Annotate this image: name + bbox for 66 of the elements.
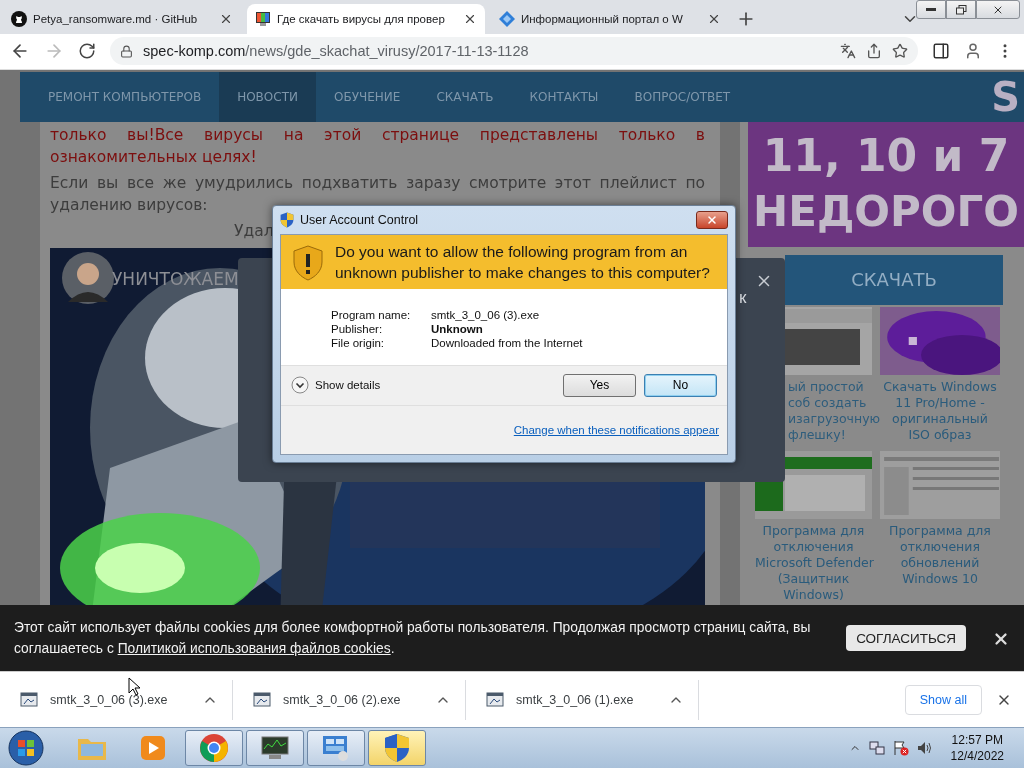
- dialog-button[interactable]: Yes: [563, 373, 636, 397]
- show-all-button[interactable]: Show all: [904, 684, 982, 715]
- chrome-icon: [199, 733, 229, 763]
- monitor-icon: [260, 735, 290, 761]
- side-panel-icon[interactable]: [932, 42, 950, 61]
- close-button[interactable]: [696, 210, 728, 229]
- translate-icon[interactable]: [840, 43, 856, 60]
- warning-text: только вы!Все вирусы на этой странице представлены только в ознакомительных целях!: [50, 124, 705, 168]
- nav-item[interactable]: НОВОСТИ: [219, 71, 316, 122]
- chevron-circle-icon: [291, 376, 309, 395]
- browser-tab[interactable]: Информационный портал о W: [491, 3, 729, 34]
- speaker-icon[interactable]: [916, 740, 933, 756]
- clock[interactable]: 12:57 PM 12/4/2022: [950, 732, 1004, 764]
- start-button[interactable]: [6, 729, 46, 767]
- restore-button[interactable]: [946, 0, 976, 19]
- browser-tab[interactable]: Petya_ransomware.md · GitHub: [3, 3, 241, 34]
- show-details-toggle[interactable]: Show details: [291, 376, 381, 395]
- cursor-icon: [128, 677, 140, 697]
- accept-button[interactable]: СОГЛАСИТЬСЯ: [846, 625, 966, 652]
- monitor-icon: [255, 10, 271, 27]
- file-icon: [486, 690, 504, 709]
- video-heading: Удал: [234, 220, 274, 242]
- address-bar[interactable]: spec-komp.com/news/gde_skachat_virusy/2017-11-13-1128: [110, 37, 918, 66]
- download-item[interactable]: smtk_3_0_06 (1).exe: [466, 679, 699, 720]
- shield-icon: [384, 733, 410, 763]
- modal-text: к: [739, 287, 747, 308]
- play-icon: [139, 734, 167, 762]
- banner-text: S: [991, 72, 1020, 122]
- diamond-icon: [499, 10, 515, 27]
- network-icon[interactable]: [868, 740, 885, 756]
- browser-tab[interactable]: Где скачать вирусы для провер: [247, 3, 485, 34]
- url-text: spec-komp.com/news/gde_skachat_virusy/2017-11-13-1128: [143, 43, 529, 60]
- minimize-button[interactable]: [916, 0, 946, 19]
- file-icon: [253, 690, 271, 709]
- flag-icon[interactable]: [892, 740, 909, 756]
- taskbar-button[interactable]: [246, 730, 304, 766]
- shield-icon: [280, 211, 294, 228]
- restore-icon: [955, 4, 967, 15]
- field-value: smtk_3_0_06 (3).exe: [431, 308, 541, 321]
- policy-link[interactable]: Политикой использования файлов cookies: [117, 641, 391, 657]
- field-label: Publisher:: [331, 322, 384, 335]
- field-label: File origin:: [331, 336, 386, 349]
- dialog-title: User Account Control: [300, 212, 419, 227]
- minimize-icon: [926, 7, 936, 12]
- field-label: Program name:: [331, 308, 412, 321]
- control-panel-icon: [321, 734, 351, 762]
- download-item[interactable]: smtk_3_0_06 (2).exe: [233, 679, 466, 720]
- field-value: Downloaded from the Internet: [431, 336, 584, 349]
- field-value: Unknown: [431, 322, 484, 335]
- taskbar-button[interactable]: [368, 730, 426, 766]
- question-text: Do you want to allow the following program from an unknown publisher to make changes to this computer?: [335, 241, 711, 283]
- warning-shield-icon: [293, 244, 323, 281]
- settings-link[interactable]: Change when these notifications appear: [513, 423, 719, 436]
- lock-icon: [120, 44, 133, 58]
- profile-icon[interactable]: [964, 42, 982, 61]
- bookmark-star-icon[interactable]: [892, 43, 908, 60]
- close-icon: [706, 213, 718, 226]
- section-heading: СКАЧАТЬ: [785, 254, 1003, 305]
- intro-text: Если вы все же умудрились подхватить заразу смотрите этот плейлист по удалению вирусов:: [50, 172, 705, 215]
- share-icon[interactable]: [866, 43, 882, 60]
- reload-icon[interactable]: [78, 42, 96, 61]
- dialog-button[interactable]: No: [644, 373, 717, 397]
- video-title: УНИЧТОЖАЕМ: [112, 267, 239, 290]
- cookie-notice: Этот сайт использует файлы cookies для более комфортной работы пользователя. Продолжая просмотр страниц сайта, вы соглашаетесь с Политикой использования файлов cookies.: [14, 619, 812, 659]
- ad-banner[interactable]: 11, 10 и 7 НЕДОРОГО: [748, 121, 1024, 247]
- file-icon: [20, 690, 38, 709]
